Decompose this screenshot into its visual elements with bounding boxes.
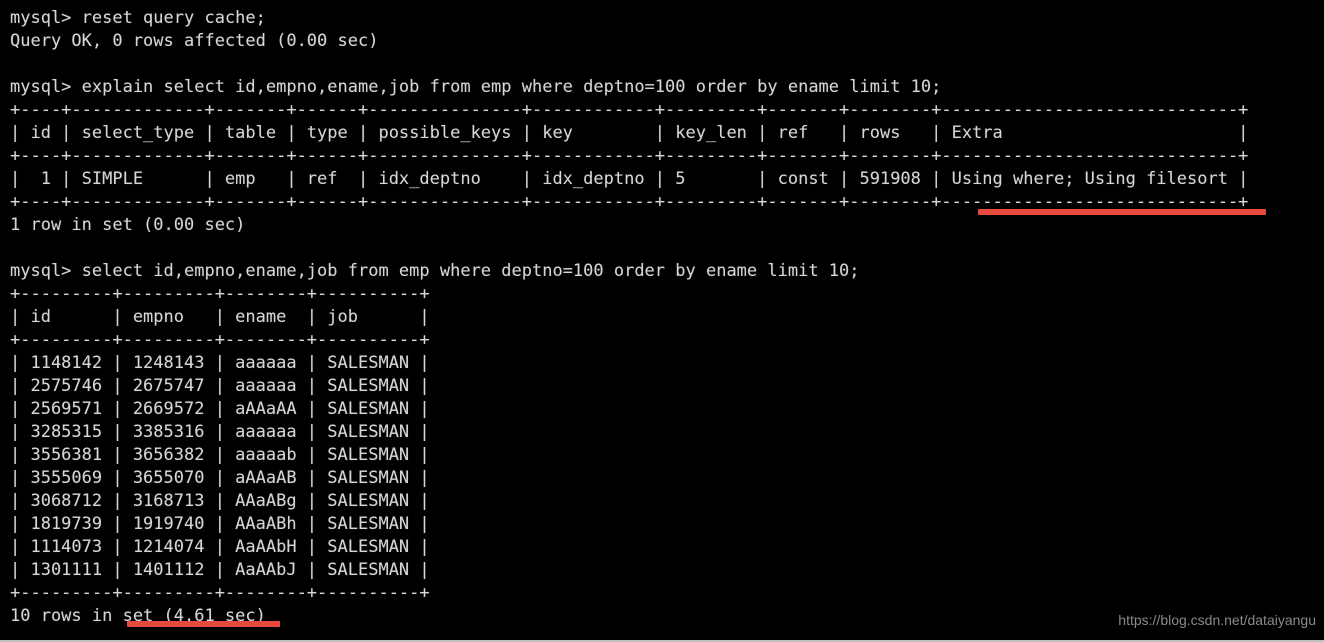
terminal-line-1: Query OK, 0 rows affected (0.00 sec): [10, 31, 379, 51]
terminal-line-24: | 1301111 | 1401112 | AaAAbJ | SALESMAN …: [10, 560, 430, 580]
highlight-underline-query-time: [127, 621, 280, 627]
terminal-line-15: | 1148142 | 1248143 | aaaaaa | SALESMAN …: [10, 353, 430, 373]
terminal-line-2: [10, 53, 1248, 76]
terminal-line-4: +----+-------------+-------+------+-----…: [10, 100, 1249, 120]
terminal-line-6: +----+-------------+-------+------+-----…: [10, 146, 1249, 166]
terminal-line-3: mysql> explain select id,empno,ename,job…: [10, 77, 942, 97]
terminal-line-5: | id | select_type | table | type | poss…: [10, 123, 1249, 143]
terminal-line-22: | 1819739 | 1919740 | AAaABh | SALESMAN …: [10, 514, 430, 534]
terminal-line-0: mysql> reset query cache;: [10, 8, 266, 28]
terminal-line-10: [10, 237, 1248, 260]
terminal-line-18: | 3285315 | 3385316 | aaaaaa | SALESMAN …: [10, 422, 430, 442]
terminal-line-13: | id | empno | ename | job |: [10, 307, 430, 327]
terminal-line-23: | 1114073 | 1214074 | AaAAbH | SALESMAN …: [10, 537, 430, 557]
terminal-line-17: | 2569571 | 2669572 | aAAaAA | SALESMAN …: [10, 399, 430, 419]
terminal-line-20: | 3555069 | 3655070 | aAAaAB | SALESMAN …: [10, 468, 430, 488]
watermark-text: https://blog.csdn.net/dataiyangu: [1118, 612, 1316, 628]
terminal-line-25: +---------+---------+--------+----------…: [10, 583, 430, 603]
terminal-line-16: | 2575746 | 2675747 | aaaaaa | SALESMAN …: [10, 376, 430, 396]
terminal-screen: mysql> reset query cache; Query OK, 0 row…: [0, 0, 1324, 642]
highlight-underline-extra: [978, 209, 1266, 215]
terminal-line-14: +---------+---------+--------+----------…: [10, 330, 430, 350]
terminal-line-9: 1 row in set (0.00 sec): [10, 215, 246, 235]
terminal-line-11: mysql> select id,empno,ename,job from em…: [10, 261, 860, 281]
terminal-line-19: | 3556381 | 3656382 | aaaaab | SALESMAN …: [10, 445, 430, 465]
terminal-line-21: | 3068712 | 3168713 | AAaABg | SALESMAN …: [10, 491, 430, 511]
terminal-line-12: +---------+---------+--------+----------…: [10, 284, 430, 304]
terminal-line-7: | 1 | SIMPLE | emp | ref | idx_deptno | …: [10, 169, 1249, 189]
terminal-output[interactable]: mysql> reset query cache; Query OK, 0 row…: [10, 7, 1248, 628]
